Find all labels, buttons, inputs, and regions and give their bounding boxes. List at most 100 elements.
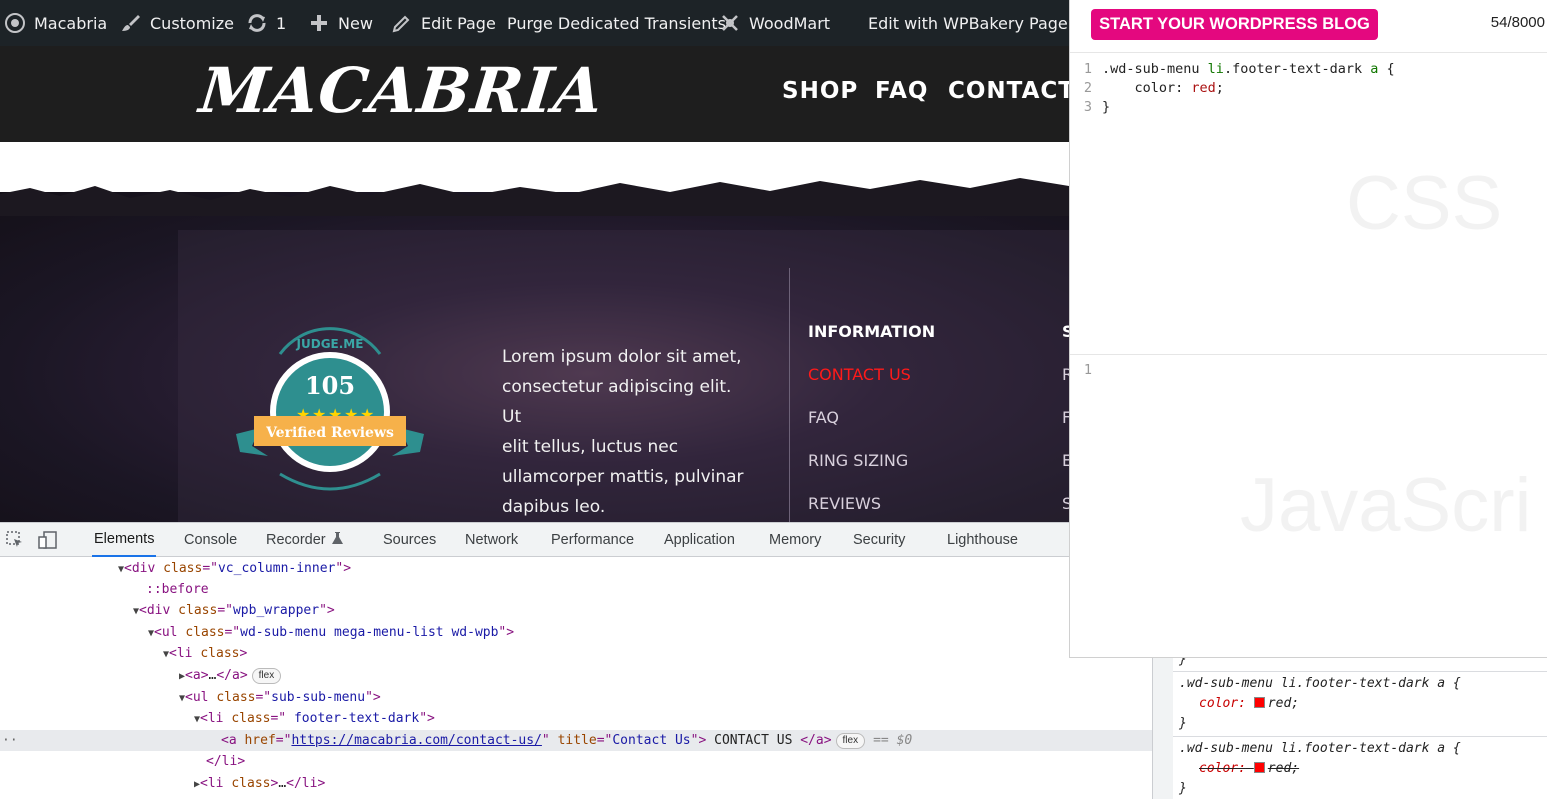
badge-count: 105	[305, 371, 355, 400]
admin-edit-page[interactable]: Edit Page	[391, 0, 496, 46]
tab-console[interactable]: Console	[184, 523, 237, 557]
dom-node-close[interactable]: </li>	[0, 751, 1152, 772]
js-code-line[interactable]: 1	[1070, 361, 1102, 380]
css-code-line[interactable]: 3}	[1070, 98, 1110, 117]
start-wordpress-blog-button[interactable]: START YOUR WORDPRESS BLOG	[1091, 9, 1378, 40]
badge-arc-text: JUDGE.ME	[296, 337, 364, 351]
dom-node-selected[interactable]: ·· <a href="https://macabria.com/contact-…	[0, 730, 1152, 751]
footer-link-ring-sizing[interactable]: RING SIZING	[808, 451, 908, 470]
admin-customize-label: Customize	[150, 13, 234, 33]
admin-updates-count: 1	[276, 13, 287, 33]
footer-cut-link[interactable]: R	[1062, 365, 1069, 384]
admin-wpbakery[interactable]: Edit with WPBakery Page Bu	[868, 0, 1068, 46]
admin-customize[interactable]: Customize	[120, 0, 234, 46]
about-line: dapibus leo.	[502, 497, 606, 517]
dom-node[interactable]: ▼<li class=" footer-text-dark">	[0, 708, 1152, 729]
inspect-element-icon[interactable]	[6, 523, 24, 557]
flex-badge[interactable]: flex	[251, 668, 282, 684]
pencil-icon	[391, 12, 413, 34]
tab-recorder-label: Recorder	[266, 532, 326, 548]
dom-node[interactable]: ▼<ul class="sub-sub-menu">	[0, 687, 1152, 708]
dom-node[interactable]: ▼<ul class="wd-sub-menu mega-menu-list w…	[0, 622, 1152, 643]
selected-node-marker: == $0	[873, 733, 913, 748]
tab-elements[interactable]: Elements	[92, 523, 157, 557]
tab-sources[interactable]: Sources	[383, 523, 436, 557]
brush-icon	[120, 12, 142, 34]
css-rule-overridden[interactable]: .wd-sub-menu li.footer-text-dark a { col…	[1173, 737, 1547, 799]
css-declaration[interactable]: color: red;	[1179, 694, 1547, 714]
nav-contact[interactable]: CONTACT	[948, 78, 1069, 104]
dom-node[interactable]: ▼<div class="wpb_wrapper">	[0, 600, 1152, 621]
css-rule-active[interactable]: .wd-sub-menu li.footer-text-dark a { col…	[1173, 672, 1547, 737]
flex-badge[interactable]: flex	[835, 733, 866, 749]
more-dots-icon[interactable]: ··	[0, 730, 221, 751]
dom-node[interactable]: ▶<li class>…</li>	[0, 773, 1152, 794]
site-header: MACABRIA SHOP FAQ CONTACT	[0, 46, 1069, 142]
dom-node-pseudo[interactable]: ::before	[0, 579, 1152, 600]
footer-link-contact-us[interactable]: CONTACT US	[808, 365, 911, 384]
flask-icon	[331, 531, 343, 549]
admin-new-label: New	[338, 13, 373, 33]
tab-application[interactable]: Application	[664, 523, 735, 557]
styles-pane: } .wd-sub-menu li.footer-text-dark a { c…	[1152, 650, 1547, 799]
page-preview: JUDGE.ME 105 ★ ★ ★ ★ ★ Verified Reviews …	[0, 142, 1069, 522]
dom-node[interactable]: ▼<div class="vc_column-inner">	[0, 558, 1152, 579]
footer-link-reviews[interactable]: REVIEWS	[808, 494, 881, 513]
admin-purge-label: Purge Dedicated Transients	[507, 13, 726, 33]
admin-wpbakery-label: Edit with WPBakery Page Bu	[868, 13, 1068, 33]
tab-performance[interactable]: Performance	[551, 523, 634, 557]
tab-lighthouse[interactable]: Lighthouse	[947, 523, 1018, 557]
admin-updates[interactable]: 1	[246, 0, 286, 46]
css-selector: .wd-sub-menu li.footer-text-dark a {	[1179, 676, 1461, 691]
elements-dom-tree: ▼<div class="vc_column-inner"> ::before …	[0, 557, 1152, 799]
nav-faq[interactable]: FAQ	[875, 78, 928, 104]
about-line: Lorem ipsum dolor sit amet,	[502, 347, 742, 367]
styles-gutter	[1153, 650, 1173, 799]
dom-node[interactable]: ▶<a>…</a> flex	[0, 665, 1152, 686]
editor-divider	[1070, 354, 1547, 355]
tab-network[interactable]: Network	[465, 523, 518, 557]
site-logo[interactable]: MACABRIA	[196, 54, 607, 127]
footer-cut-link[interactable]: S	[1062, 494, 1069, 513]
admin-woodmart[interactable]: WoodMart	[719, 0, 830, 46]
torn-paper-edge	[0, 178, 1069, 216]
admin-new[interactable]: New	[308, 0, 373, 46]
nav-shop[interactable]: SHOP	[782, 78, 858, 104]
tab-recorder[interactable]: Recorder	[266, 523, 343, 557]
js-editor-watermark: JavaScri	[1240, 463, 1532, 548]
about-line: consectetur adipiscing elit. Ut	[502, 377, 732, 427]
css-editor-watermark: CSS	[1346, 161, 1503, 246]
css-code-line[interactable]: 1 .wd-sub-menu li.footer-text-dark a {	[1070, 60, 1395, 79]
tab-security[interactable]: Security	[853, 523, 905, 557]
footer-link-faq[interactable]: FAQ	[808, 408, 839, 427]
wordpress-logo-icon	[4, 12, 26, 34]
footer-cut-link[interactable]: F	[1062, 408, 1069, 427]
dom-node[interactable]: ▼<li class>	[0, 643, 1152, 664]
css-declaration-overridden[interactable]: color: red;	[1179, 759, 1547, 779]
custom-css-js-panel: START YOUR WORDPRESS BLOG 54/8000 CSS 1.…	[1069, 0, 1547, 658]
contact-us-href-link[interactable]: https://macabria.com/contact-us/	[291, 733, 541, 748]
footer-about-text: Lorem ipsum dolor sit amet, consectetur …	[502, 342, 752, 522]
admin-site-name: Macabria	[34, 13, 108, 33]
css-code-line[interactable]: 2 color: red;	[1070, 79, 1224, 98]
plus-icon	[308, 12, 330, 34]
admin-site-menu[interactable]: Macabria	[4, 0, 107, 46]
footer-cut-link[interactable]: E	[1062, 451, 1069, 470]
admin-edit-page-label: Edit Page	[421, 13, 496, 33]
badge-label: Verified Reviews	[265, 425, 394, 441]
footer-info-heading: INFORMATION	[808, 322, 936, 341]
about-line: ullamcorper mattis, pulvinar	[502, 467, 744, 487]
color-swatch[interactable]	[1253, 697, 1265, 708]
woodmart-icon	[719, 12, 741, 34]
footer-cut-heading: S	[1062, 322, 1069, 341]
about-line: elit tellus, luctus nec	[502, 437, 679, 457]
device-toolbar-icon[interactable]	[38, 523, 58, 557]
refresh-icon	[246, 12, 268, 34]
admin-purge-transients[interactable]: Purge Dedicated Transients	[507, 0, 726, 46]
css-selector: .wd-sub-menu li.footer-text-dark a {	[1179, 741, 1461, 756]
admin-woodmart-label: WoodMart	[749, 13, 831, 33]
tab-memory[interactable]: Memory	[769, 523, 821, 557]
verified-reviews-badge[interactable]: JUDGE.ME 105 ★ ★ ★ ★ ★ Verified Reviews	[232, 324, 428, 504]
panel-divider	[1070, 52, 1547, 53]
color-swatch[interactable]	[1253, 762, 1265, 773]
